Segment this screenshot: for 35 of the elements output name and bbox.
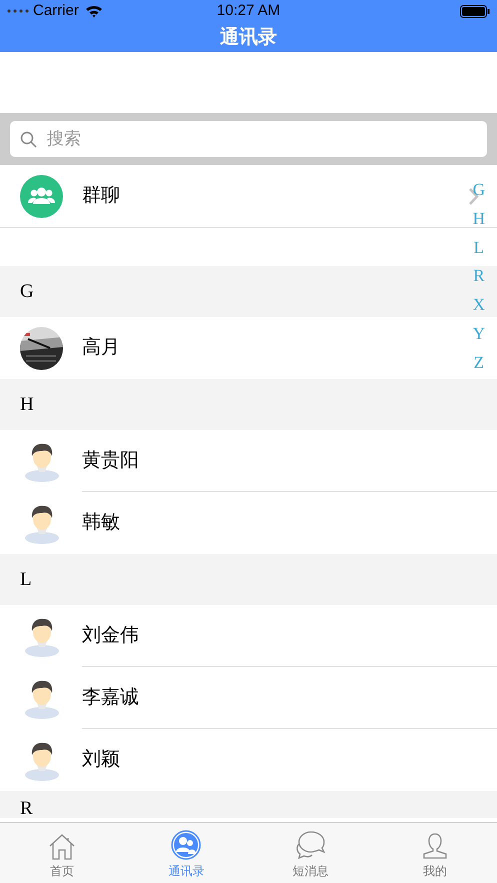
time-text: 10:27 AM — [216, 0, 280, 21]
signal-icon — [7, 9, 29, 13]
contact-name: 李嘉诚 — [82, 686, 139, 710]
search-icon — [20, 130, 37, 148]
wifi-icon — [84, 4, 103, 18]
index-letter[interactable]: H — [472, 204, 485, 234]
chat-bubbles-icon — [294, 830, 327, 860]
tab-item[interactable]: 短消息 — [248, 823, 373, 883]
section-letter: G — [20, 282, 34, 301]
person-icon — [422, 832, 448, 860]
index-letter[interactable]: R — [473, 262, 485, 292]
contact-name: 高月 — [82, 336, 120, 360]
index-letter[interactable]: Y — [472, 320, 485, 349]
search-bar[interactable]: 搜索 — [10, 121, 487, 157]
index-letter[interactable]: Z — [474, 348, 484, 378]
section-letter: L — [20, 570, 32, 589]
group-chat-label: 群聊 — [82, 184, 120, 208]
index-letter[interactable]: L — [474, 234, 484, 262]
tab-item[interactable]: 通讯录 — [124, 823, 248, 883]
contacts-icon — [171, 830, 202, 860]
contact-name: 刘金伟 — [82, 624, 139, 648]
contact-name: 刘颖 — [82, 748, 120, 772]
section-letter: R — [20, 799, 33, 818]
section-letter: H — [20, 395, 34, 414]
house-icon — [48, 832, 76, 860]
contact-name: 韩敏 — [82, 510, 120, 535]
carrier-text: Carrier — [33, 0, 79, 21]
tab-item[interactable]: 我的 — [372, 823, 497, 883]
battery-icon — [460, 4, 490, 18]
tab-item[interactable]: 首页 — [0, 823, 124, 883]
index-letter[interactable]: X — [472, 291, 485, 320]
screen-title: 通讯录 — [220, 28, 277, 46]
group-icon — [20, 174, 63, 218]
contact-name: 黄贵阳 — [82, 448, 139, 473]
index-letter[interactable]: G — [472, 176, 485, 205]
